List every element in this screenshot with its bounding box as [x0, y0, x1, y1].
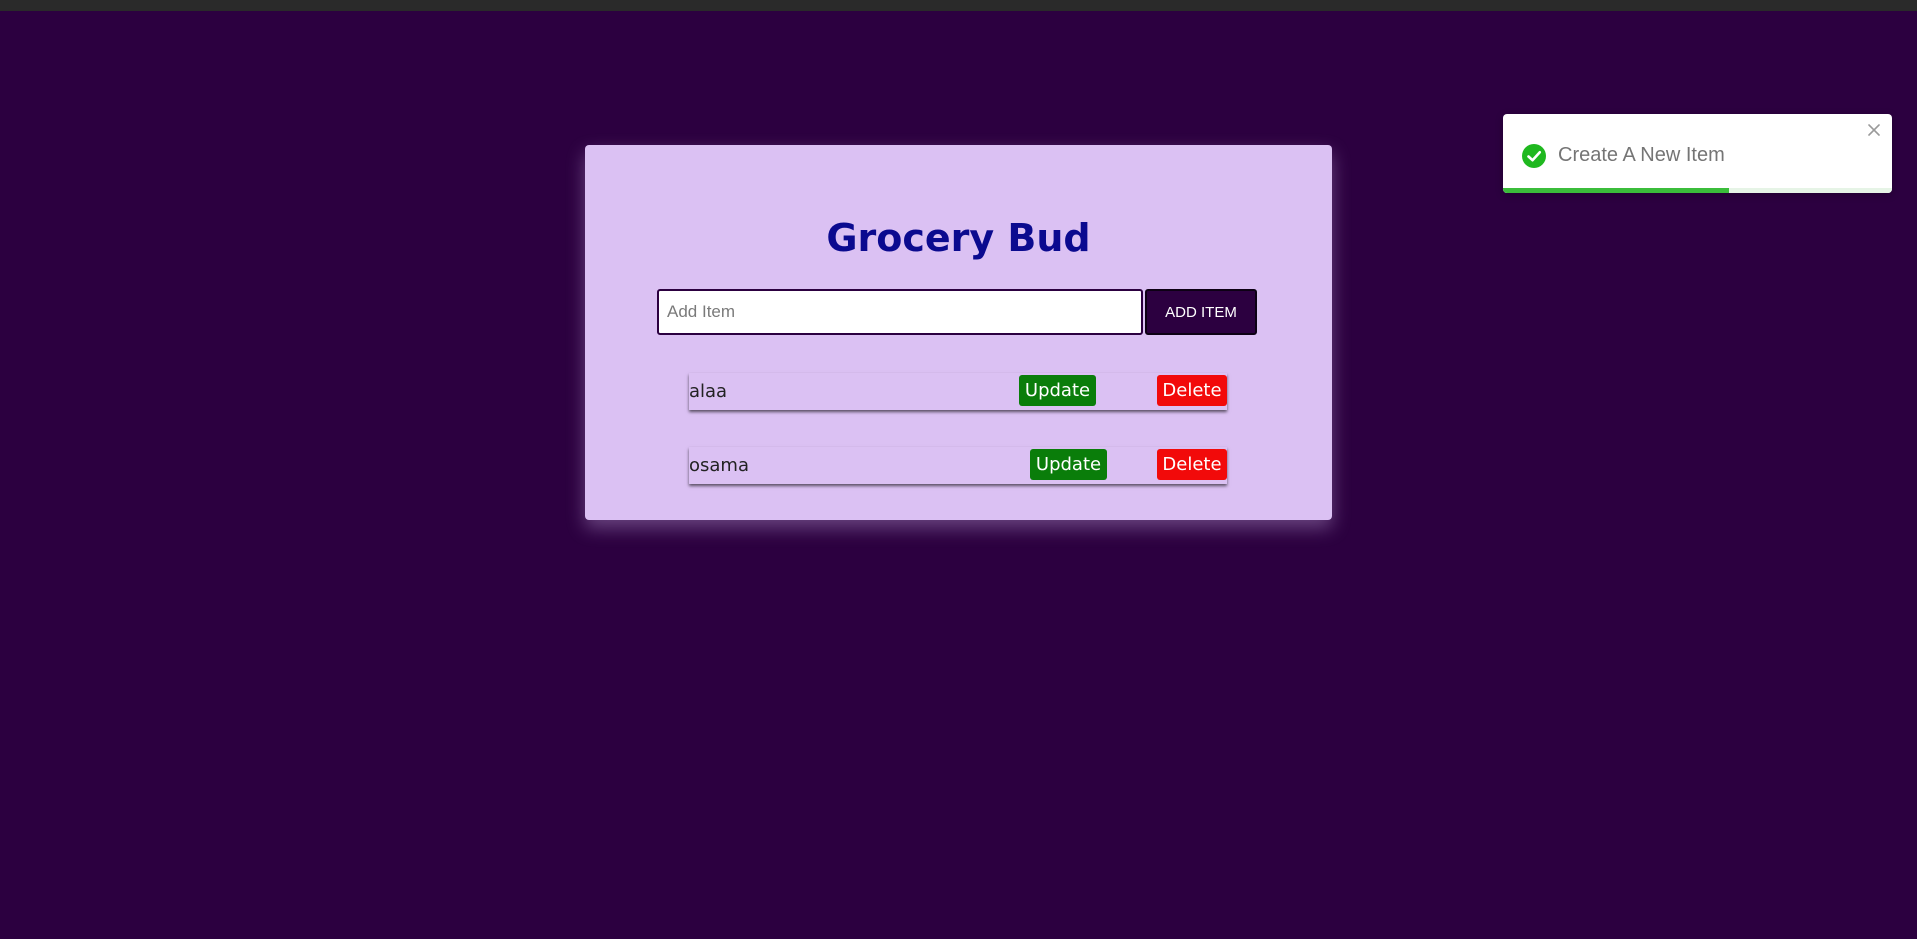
success-toast: Create A New Item	[1503, 114, 1892, 193]
update-button[interactable]: Update	[1030, 449, 1107, 480]
add-item-button[interactable]: ADD ITEM	[1145, 289, 1257, 335]
item-name: osama	[689, 455, 749, 476]
add-item-input[interactable]	[657, 289, 1143, 335]
delete-button[interactable]: Delete	[1157, 449, 1227, 480]
grocery-card: Grocery Bud ADD ITEM alaa Update Delete …	[585, 145, 1332, 520]
toast-progress-track	[1503, 188, 1892, 193]
page-title: Grocery Bud	[826, 216, 1091, 260]
check-circle-icon	[1521, 143, 1547, 169]
add-item-form: ADD ITEM	[657, 289, 1257, 335]
close-icon[interactable]	[1866, 122, 1882, 138]
toast-progress-bar	[1503, 188, 1729, 193]
delete-button[interactable]: Delete	[1157, 375, 1227, 406]
update-button[interactable]: Update	[1019, 375, 1096, 406]
list-item: osama Update Delete	[689, 447, 1227, 484]
toast-message: Create A New Item	[1558, 144, 1725, 166]
browser-top-bar	[0, 0, 1917, 11]
list-item: alaa Update Delete	[689, 373, 1227, 410]
item-name: alaa	[689, 381, 728, 402]
